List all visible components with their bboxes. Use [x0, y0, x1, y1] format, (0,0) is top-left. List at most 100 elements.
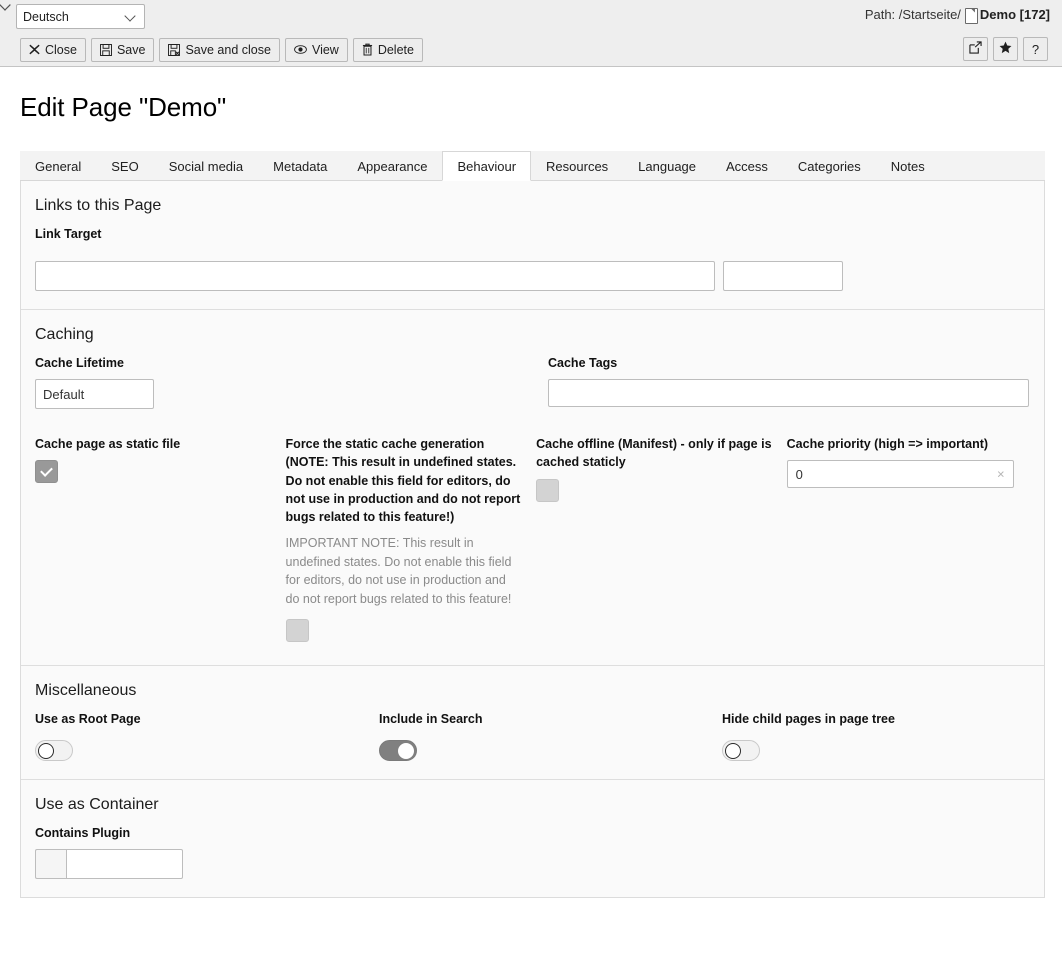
delete-button[interactable]: Delete: [353, 38, 423, 62]
document-toolbar: Close Save: [0, 33, 1062, 66]
chevron-down-icon: [125, 11, 136, 22]
tab-access[interactable]: Access: [711, 151, 783, 181]
cache-static-file-label: Cache page as static file: [35, 435, 272, 453]
cache-priority-label: Cache priority (high => important): [787, 435, 1030, 453]
external-link-icon: [969, 41, 982, 57]
link-target-type-select[interactable]: [723, 261, 843, 291]
cache-offline-label: Cache offline (Manifest) - only if page …: [536, 435, 773, 471]
breadcrumb-page-name: Demo [172]: [980, 7, 1050, 22]
tab-appearance[interactable]: Appearance: [342, 151, 442, 181]
tab-general[interactable]: General: [20, 151, 96, 181]
tab-social-media[interactable]: Social media: [154, 151, 258, 181]
use-as-root-page-field: Use as Root Page: [35, 710, 379, 761]
open-in-new-window-button[interactable]: [963, 37, 988, 61]
cache-static-file-field: Cache page as static file: [35, 435, 286, 647]
page-title: Edit Page "Demo": [20, 92, 1062, 123]
tab-notes[interactable]: Notes: [876, 151, 940, 181]
section-title-caching: Caching: [35, 326, 1030, 344]
clear-icon[interactable]: ×: [997, 468, 1005, 481]
floppy-save-close-icon: [168, 44, 180, 56]
help-button[interactable]: ?: [1023, 37, 1048, 61]
toolbar-button-group: Close Save: [20, 33, 1062, 66]
tab-seo[interactable]: SEO: [96, 151, 153, 181]
close-button-label: Close: [45, 43, 77, 57]
view-button[interactable]: View: [285, 38, 348, 62]
cache-offline-field: Cache offline (Manifest) - only if page …: [536, 435, 787, 647]
caching-top-row: Cache Lifetime Default Cache Tags: [35, 354, 1030, 409]
contains-plugin-label: Contains Plugin: [35, 824, 1030, 842]
contains-plugin-row: [35, 849, 1030, 879]
force-static-cache-help: IMPORTANT NOTE: This result in undefined…: [286, 534, 523, 609]
cache-tags-field: Cache Tags: [548, 354, 1030, 409]
star-icon: [999, 41, 1012, 57]
behaviour-panel: Links to this Page Link Target Caching C…: [20, 181, 1045, 898]
save-button-label: Save: [117, 43, 146, 57]
cache-tags-input[interactable]: [548, 379, 1029, 407]
tab-categories[interactable]: Categories: [783, 151, 876, 181]
section-title-miscellaneous: Miscellaneous: [35, 682, 1030, 700]
language-select-value: Deutsch: [23, 10, 125, 24]
tab-resources[interactable]: Resources: [531, 151, 623, 181]
page-document-icon: [965, 8, 976, 22]
use-as-root-page-toggle[interactable]: [35, 740, 73, 761]
link-target-row: [35, 261, 1030, 291]
section-caching: Caching Cache Lifetime Default Cache Tag…: [21, 310, 1044, 666]
breadcrumb-path: Path: /Startseite/: [865, 7, 961, 22]
section-miscellaneous: Miscellaneous Use as Root Page Include i…: [21, 666, 1044, 780]
cache-priority-field: Cache priority (high => important) ×: [787, 435, 1030, 647]
delete-button-label: Delete: [378, 43, 414, 57]
miscellaneous-grid: Use as Root Page Include in Search Hide …: [35, 710, 1030, 761]
document-header-top-row: Deutsch Path: /Startseite/ Demo [172]: [0, 0, 1062, 33]
floppy-save-icon: [100, 44, 112, 56]
eye-icon: [294, 44, 307, 55]
section-title-use-as-container: Use as Container: [35, 796, 1030, 814]
cache-priority-input-wrapper: ×: [787, 460, 1014, 488]
force-static-cache-checkbox[interactable]: [286, 619, 309, 642]
bookmark-button[interactable]: [993, 37, 1018, 61]
cache-tags-label: Cache Tags: [548, 354, 1029, 372]
link-target-label: Link Target: [35, 225, 1030, 243]
cache-priority-input[interactable]: [787, 460, 1014, 488]
close-button[interactable]: Close: [20, 38, 86, 62]
section-use-as-container: Use as Container Contains Plugin: [21, 780, 1044, 897]
include-in-search-toggle[interactable]: [379, 740, 417, 761]
include-in-search-label: Include in Search: [379, 710, 722, 728]
link-target-input[interactable]: [35, 261, 715, 291]
question-mark-icon: ?: [1032, 42, 1039, 57]
tab-language[interactable]: Language: [623, 151, 711, 181]
save-and-close-button-label: Save and close: [185, 43, 270, 57]
toggle-knob: [38, 743, 54, 759]
trash-icon: [362, 43, 373, 56]
toggle-knob: [398, 743, 414, 759]
hide-child-pages-label: Hide child pages in page tree: [722, 710, 1030, 728]
view-button-label: View: [312, 43, 339, 57]
language-select[interactable]: Deutsch: [16, 4, 145, 29]
section-title-links: Links to this Page: [35, 197, 1030, 215]
toolbar-right-button-group: ?: [963, 37, 1048, 61]
breadcrumb: Path: /Startseite/ Demo [172]: [865, 7, 1050, 22]
section-links-to-this-page: Links to this Page Link Target: [21, 181, 1044, 310]
save-and-close-button[interactable]: Save and close: [159, 38, 279, 62]
include-in-search-field: Include in Search: [379, 710, 722, 761]
tab-metadata[interactable]: Metadata: [258, 151, 342, 181]
tab-bar: General SEO Social media Metadata Appear…: [20, 151, 1045, 181]
contains-plugin-select[interactable]: [66, 849, 183, 879]
cache-lifetime-field: Cache Lifetime Default: [35, 354, 548, 409]
contains-plugin-prefix: [35, 849, 66, 879]
use-as-root-page-label: Use as Root Page: [35, 710, 379, 728]
hide-child-pages-toggle[interactable]: [722, 740, 760, 761]
document-header: Deutsch Path: /Startseite/ Demo [172] Cl…: [0, 0, 1062, 67]
cache-lifetime-label: Cache Lifetime: [35, 354, 548, 372]
cache-offline-checkbox[interactable]: [536, 479, 559, 502]
tab-behaviour[interactable]: Behaviour: [442, 151, 531, 181]
force-static-cache-field: Force the static cache generation (NOTE:…: [286, 435, 537, 647]
cache-lifetime-select[interactable]: Default: [35, 379, 154, 409]
save-button[interactable]: Save: [91, 38, 155, 62]
caching-options-grid: Cache page as static file Force the stat…: [35, 435, 1030, 647]
hide-child-pages-field: Hide child pages in page tree: [722, 710, 1030, 761]
close-x-icon: [29, 44, 40, 55]
toggle-knob: [725, 743, 741, 759]
cache-static-file-checkbox[interactable]: [35, 460, 58, 483]
cache-lifetime-value: Default: [43, 387, 146, 402]
force-static-cache-label: Force the static cache generation (NOTE:…: [286, 435, 523, 526]
